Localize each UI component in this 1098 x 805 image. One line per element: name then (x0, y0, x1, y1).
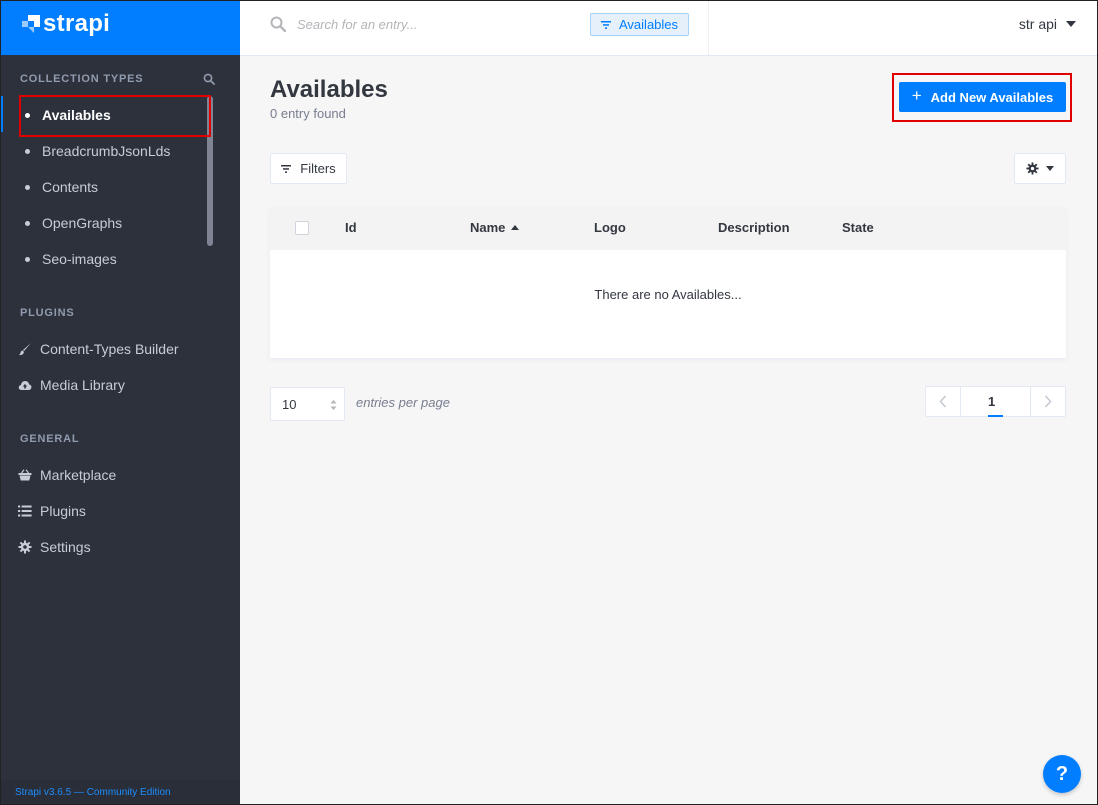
sidebar-item-label: Content-Types Builder (40, 341, 179, 357)
filter-chip-label: Availables (619, 17, 679, 32)
chevron-left-icon (939, 395, 947, 408)
bullet-icon (25, 148, 30, 154)
filters-label: Filters (300, 161, 336, 176)
sidebar-footer[interactable]: Strapi v3.6.5 — Community Edition (0, 780, 240, 805)
column-description[interactable]: Description (718, 220, 790, 235)
column-label: Name (470, 220, 506, 235)
bullet-icon (25, 256, 30, 262)
display-settings-button[interactable] (1014, 153, 1066, 184)
current-page-indicator (988, 415, 1003, 417)
help-icon: ? (1055, 762, 1069, 785)
bullet-icon (25, 220, 30, 226)
version-text: Strapi v3.6.5 — Community Edition (15, 787, 171, 798)
list-icon (18, 504, 32, 518)
page-title: Availables (270, 76, 388, 103)
column-id[interactable]: Id (345, 220, 357, 235)
brand-name: strapi (43, 10, 111, 37)
column-name[interactable]: Name (470, 220, 520, 235)
top-header: Availables str api (240, 0, 1098, 56)
sidebar-nav (0, 55, 240, 805)
table-header: Id Name Logo Description State (270, 207, 1066, 250)
sidebar-item-settings[interactable]: Settings (0, 532, 240, 562)
per-page-label: entries per page (356, 395, 450, 410)
collection-types-title: COLLECTION TYPES (20, 73, 144, 85)
sidebar-item-label: Contents (42, 179, 99, 195)
sidebar-item-label: Marketplace (40, 467, 117, 483)
search-icon (270, 16, 286, 32)
sidebar-item-breadcrumbjsonlds[interactable]: BreadcrumbJsonLds (0, 136, 240, 166)
sidebar-item-label: Seo-images (42, 251, 117, 267)
sidebar-item-marketplace[interactable]: Marketplace (0, 460, 240, 490)
general-title: GENERAL (20, 433, 80, 445)
bullet-icon (25, 184, 30, 190)
help-button[interactable]: ? (1043, 755, 1081, 793)
highlight-add-button (892, 73, 1072, 122)
empty-message: There are no Availables... (594, 287, 742, 302)
sidebar-item-media-library[interactable]: Media Library (0, 370, 240, 400)
search-icon[interactable] (203, 73, 215, 85)
paintbrush-icon (18, 342, 32, 356)
previous-page-button[interactable] (926, 387, 961, 416)
sidebar-item-label: OpenGraphs (42, 215, 123, 231)
sidebar-item-label: Settings (40, 539, 91, 555)
sidebar-item-content-types-builder[interactable]: Content-Types Builder (0, 334, 240, 364)
sidebar-item-label: BreadcrumbJsonLds (42, 143, 171, 159)
sidebar-item-seo-images[interactable]: Seo-images (0, 244, 240, 274)
sidebar-item-plugins[interactable]: Plugins (0, 496, 240, 526)
column-label: Logo (594, 220, 626, 235)
user-menu[interactable]: str api (1019, 16, 1076, 32)
gear-icon (18, 540, 32, 554)
current-page[interactable]: 1 (988, 394, 995, 409)
next-page-button[interactable] (1030, 387, 1065, 416)
per-page-select[interactable]: 10 (270, 387, 345, 421)
plugins-title: PLUGINS (20, 307, 75, 319)
sidebar-item-contents[interactable]: Contents (0, 172, 240, 202)
header-divider (708, 0, 709, 55)
column-label: State (842, 220, 874, 235)
highlight-availables (19, 95, 211, 137)
pagination: 1 (925, 386, 1066, 417)
filters-button[interactable]: Filters (270, 153, 347, 184)
updown-arrows-icon (330, 400, 337, 410)
gear-icon (1026, 162, 1039, 175)
filter-icon (281, 164, 292, 173)
column-state[interactable]: State (842, 220, 874, 235)
select-all-checkbox[interactable] (295, 221, 309, 235)
cloud-upload-icon (18, 378, 32, 392)
entry-count: 0 entry found (270, 106, 346, 121)
strapi-logo-icon (22, 15, 40, 33)
sidebar-item-label: Media Library (40, 377, 125, 393)
filter-chip[interactable]: Availables (590, 13, 690, 36)
user-name: str api (1018, 16, 1057, 32)
sort-ascending-icon (511, 225, 520, 230)
caret-down-icon (1066, 21, 1076, 27)
column-label: Description (718, 220, 790, 235)
search-input[interactable] (297, 14, 547, 34)
caret-down-icon (1046, 166, 1054, 171)
per-page-value: 10 (282, 396, 297, 412)
logo-bar[interactable]: strapi (0, 0, 240, 55)
sidebar-item-label: Plugins (40, 503, 86, 519)
sidebar-item-opengraphs[interactable]: OpenGraphs (0, 208, 240, 238)
chevron-right-icon (1044, 395, 1052, 408)
entries-table: Id Name Logo Description State There are… (270, 207, 1066, 358)
basket-icon (18, 468, 32, 482)
filter-icon (601, 20, 611, 29)
column-label: Id (345, 220, 357, 235)
column-logo[interactable]: Logo (594, 220, 626, 235)
